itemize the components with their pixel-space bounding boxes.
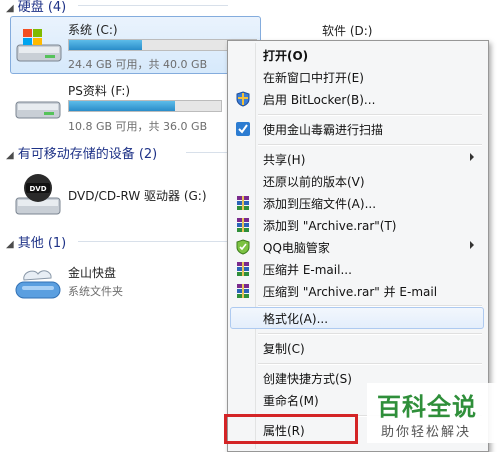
menu-qq-manager-label: QQ电脑管家 xyxy=(263,241,330,255)
section-divider xyxy=(186,152,227,153)
drive-f-usage-bar xyxy=(68,100,222,112)
menu-add-archive-rar-label: 添加到 "Archive.rar"(T) xyxy=(263,219,397,233)
kuaipan-type: 系统文件夹 xyxy=(68,285,123,298)
menu-open[interactable]: 打开(O) xyxy=(230,44,484,66)
submenu-arrow-icon xyxy=(470,153,474,161)
kuaipan-name: 金山快盘 xyxy=(68,266,117,280)
winrar-icon xyxy=(237,284,249,298)
menu-copy-label: 复制(C) xyxy=(263,342,305,356)
drive-g-name: DVD/CD-RW 驱动器 (G:) xyxy=(68,189,207,203)
section-removable-label: 有可移动存储的设备 (2) xyxy=(17,147,158,162)
winrar-icon xyxy=(237,196,249,210)
drive-f-name: PS资料 (F:) xyxy=(68,84,131,98)
menu-restore-label: 还原以前的版本(V) xyxy=(263,175,365,189)
menu-bitlocker-label: 启用 BitLocker(B)... xyxy=(263,93,376,107)
menu-separator xyxy=(258,144,482,146)
menu-restore[interactable]: 还原以前的版本(V) xyxy=(230,170,484,192)
menu-open-new-window-label: 在新窗口中打开(E) xyxy=(263,71,364,85)
kuaipan-folder[interactable]: 金山快盘 系统文件夹 xyxy=(10,258,222,306)
watermark-subtitle: 助你轻松解决 xyxy=(381,425,472,440)
drive-f-space: 10.8 GB 可用，共 36.0 GB xyxy=(68,120,208,133)
menu-open-new-window[interactable]: 在新窗口中打开(E) xyxy=(230,66,484,88)
watermark-title: 百科全说 xyxy=(377,393,477,421)
system-drive-icon xyxy=(16,29,62,62)
cloud-drive-icon xyxy=(15,270,61,299)
menu-compress-email-label: 压缩并 E-mail... xyxy=(263,263,352,277)
menu-rename-label: 重命名(M) xyxy=(263,394,319,408)
drive-c-usage-fill xyxy=(69,40,142,50)
menu-open-label: 打开(O) xyxy=(263,49,309,63)
winrar-icon xyxy=(237,218,249,232)
drive-d-name: 软件 (D:) xyxy=(322,24,373,38)
section-divider xyxy=(78,5,228,6)
menu-qq-manager[interactable]: QQ电脑管家 xyxy=(230,236,484,258)
dvd-drive-icon: DVD xyxy=(15,174,61,215)
menu-separator xyxy=(258,363,482,365)
shield-icon xyxy=(236,91,250,107)
qq-manager-shield-icon xyxy=(236,239,250,255)
hard-drive-icon xyxy=(15,101,61,119)
collapse-arrow-icon[interactable]: ◢ xyxy=(6,150,14,161)
drive-f[interactable]: PS资料 (F:) 10.8 GB 可用，共 36.0 GB xyxy=(10,78,222,134)
drive-f-usage-fill xyxy=(69,101,176,111)
drive-g[interactable]: DVD DVD/CD-RW 驱动器 (G:) xyxy=(10,170,222,220)
drive-c-space: 24.4 GB 可用，共 40.0 GB xyxy=(68,58,208,71)
menu-create-shortcut-label: 创建快捷方式(S) xyxy=(263,372,352,386)
menu-share-label: 共享(H) xyxy=(263,153,306,167)
menu-compress-rar-email[interactable]: 压缩到 "Archive.rar" 并 E-mail xyxy=(230,280,484,302)
section-other-label: 其他 (1) xyxy=(17,236,67,251)
winrar-icon xyxy=(237,262,249,276)
section-removable[interactable]: ◢ 有可移动存储的设备 (2) xyxy=(6,143,157,162)
menu-compress-rar-email-label: 压缩到 "Archive.rar" 并 E-mail xyxy=(263,285,438,299)
menu-add-archive-label: 添加到压缩文件(A)... xyxy=(263,197,377,211)
menu-format[interactable]: 格式化(A)... xyxy=(230,307,484,329)
menu-copy[interactable]: 复制(C) xyxy=(230,337,484,359)
menu-scan-label: 使用金山毒霸进行扫描 xyxy=(263,123,384,137)
drive-c[interactable]: 系统 (C:) 24.4 GB 可用，共 40.0 GB xyxy=(10,16,261,74)
submenu-arrow-icon xyxy=(470,241,474,249)
section-divider xyxy=(78,241,227,242)
menu-compress-email[interactable]: 压缩并 E-mail... xyxy=(230,258,484,280)
menu-add-archive[interactable]: 添加到压缩文件(A)... xyxy=(230,192,484,214)
watermark: 百科全说 助你轻松解决 xyxy=(367,383,499,443)
menu-add-archive-rar[interactable]: 添加到 "Archive.rar"(T) xyxy=(230,214,484,236)
section-other[interactable]: ◢ 其他 (1) xyxy=(6,232,66,251)
menu-share[interactable]: 共享(H) xyxy=(230,148,484,170)
dvd-icon-label: DVD xyxy=(29,185,46,193)
section-hard-disks[interactable]: ◢ 硬盘 (4) xyxy=(6,0,66,15)
collapse-arrow-icon[interactable]: ◢ xyxy=(6,239,14,250)
menu-separator xyxy=(258,333,482,335)
menu-bitlocker[interactable]: 启用 BitLocker(B)... xyxy=(230,88,484,110)
antivirus-icon xyxy=(236,122,250,136)
menu-separator xyxy=(258,114,482,116)
menu-scan[interactable]: 使用金山毒霸进行扫描 xyxy=(230,118,484,140)
properties-highlight-box xyxy=(224,414,358,444)
drive-c-name: 系统 (C:) xyxy=(68,23,118,37)
collapse-arrow-icon[interactable]: ◢ xyxy=(6,3,14,14)
menu-format-label: 格式化(A)... xyxy=(263,312,329,326)
section-hard-disks-label: 硬盘 (4) xyxy=(17,0,67,15)
